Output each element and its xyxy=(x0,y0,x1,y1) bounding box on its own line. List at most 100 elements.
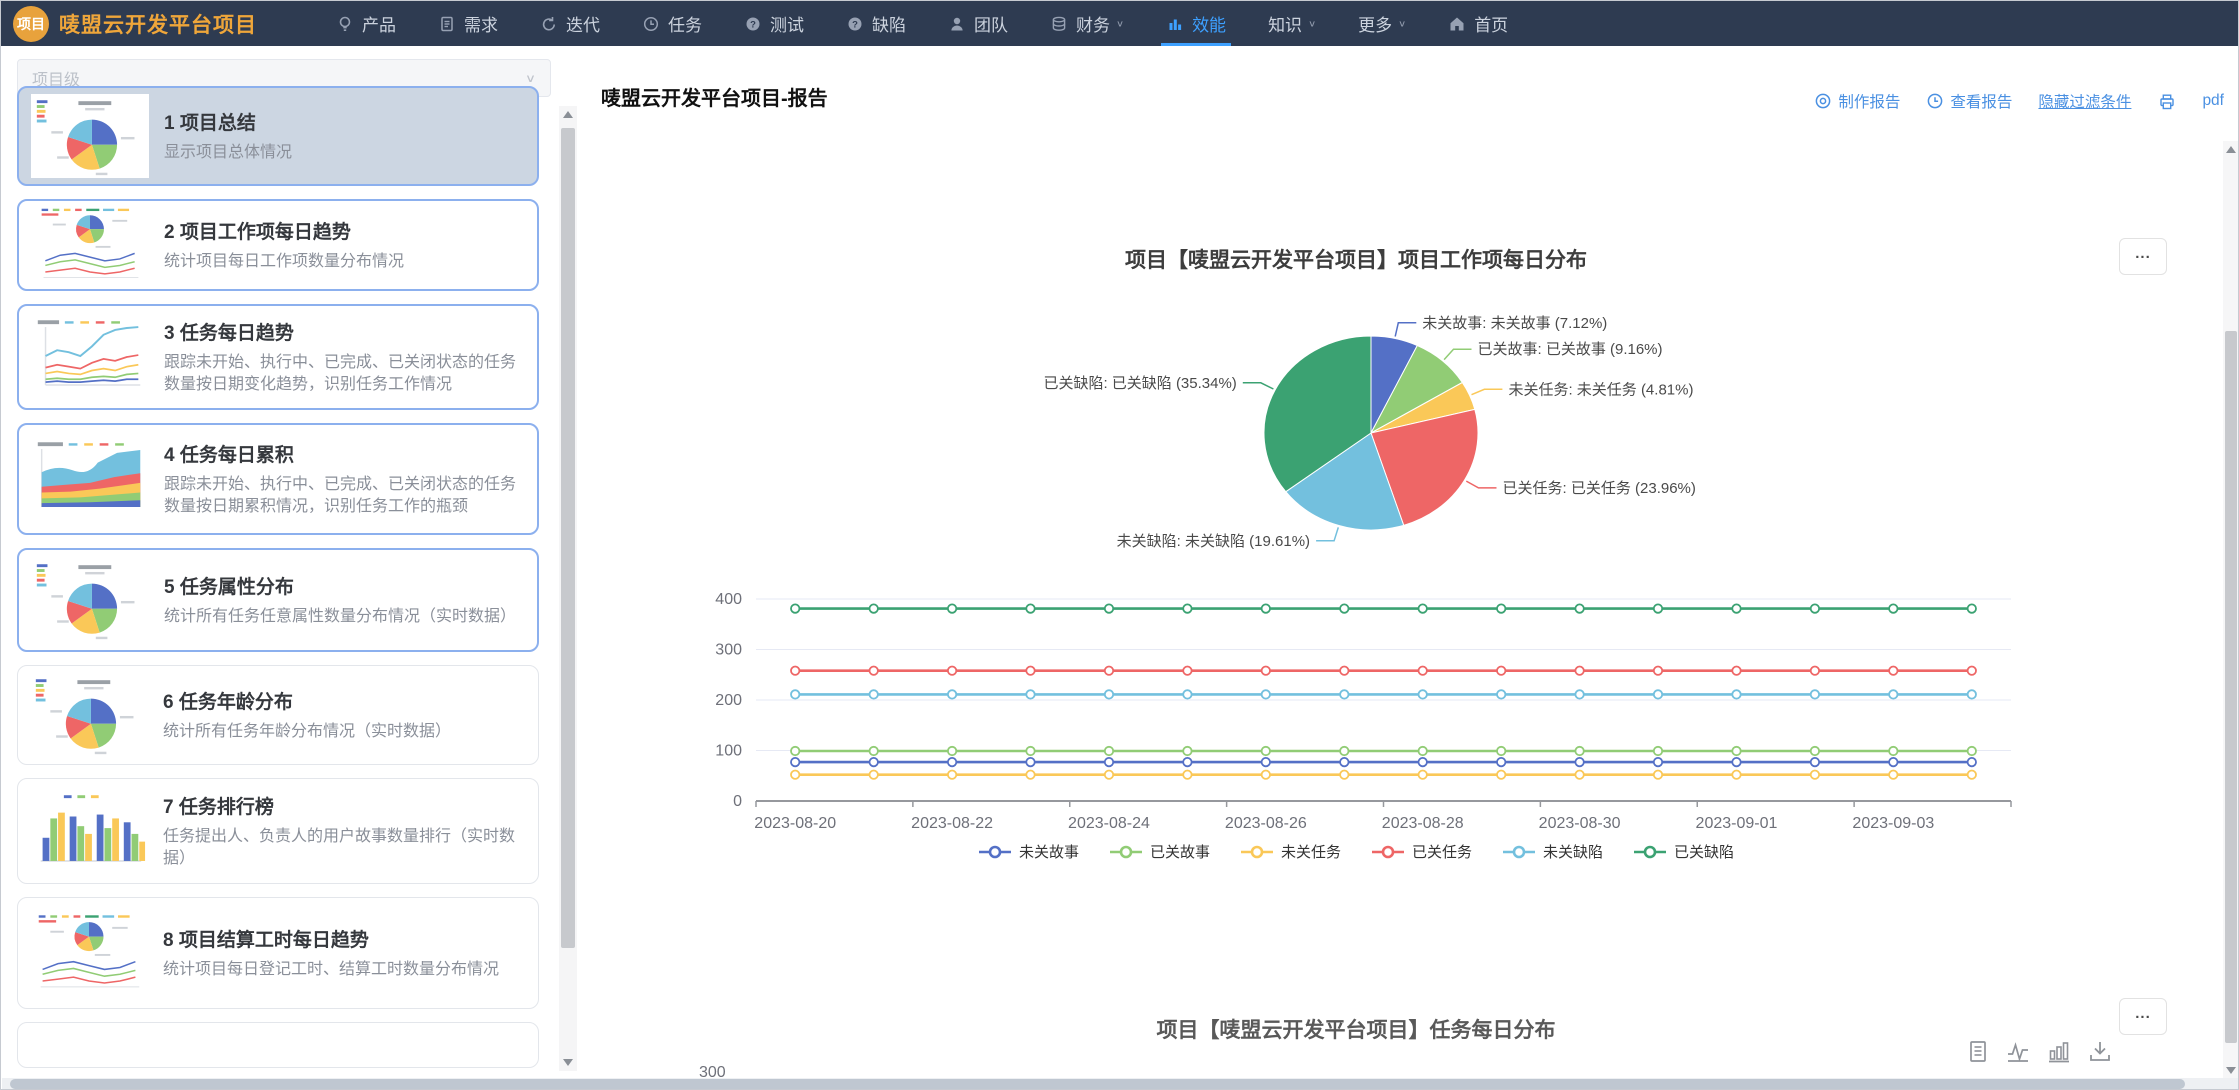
print-link[interactable] xyxy=(2157,92,2176,111)
data-point[interactable] xyxy=(1183,604,1191,612)
data-point[interactable] xyxy=(1889,690,1897,698)
legend-item[interactable]: 已关任务 xyxy=(1371,841,1472,862)
report-card-partial[interactable] xyxy=(17,1022,539,1068)
data-point[interactable] xyxy=(870,747,878,755)
data-point[interactable] xyxy=(1575,771,1583,779)
data-point[interactable] xyxy=(870,758,878,766)
data-point[interactable] xyxy=(1340,604,1348,612)
data-point[interactable] xyxy=(1340,771,1348,779)
legend-item[interactable]: 未关故事 xyxy=(978,841,1079,862)
nav-item-finance[interactable]: 财务∨ xyxy=(1029,1,1145,46)
data-point[interactable] xyxy=(1497,758,1505,766)
data-point[interactable] xyxy=(1968,758,1976,766)
data-point[interactable] xyxy=(1183,690,1191,698)
report-card-7[interactable]: 7 任务排行榜 任务提出人、负责人的用户故事数量排行（实时数据） xyxy=(17,778,539,884)
data-point[interactable] xyxy=(1419,604,1427,612)
data-point[interactable] xyxy=(1262,667,1270,675)
download-icon[interactable] xyxy=(2087,1039,2113,1065)
data-point[interactable] xyxy=(1654,667,1662,675)
data-point[interactable] xyxy=(1105,758,1113,766)
data-point[interactable] xyxy=(948,771,956,779)
data-point[interactable] xyxy=(1340,690,1348,698)
chart1-more-button[interactable]: ... xyxy=(2119,238,2167,275)
data-point[interactable] xyxy=(791,667,799,675)
data-point[interactable] xyxy=(870,667,878,675)
report-card-3[interactable]: 3 任务每日趋势 跟踪未开始、执行中、已完成、已关闭状态的任务数量按日期变化趋势… xyxy=(17,304,539,410)
data-point[interactable] xyxy=(1732,667,1740,675)
pdf-link[interactable]: pdf xyxy=(2202,92,2224,110)
data-point[interactable] xyxy=(1889,747,1897,755)
legend-item[interactable]: 未关缺陷 xyxy=(1502,841,1603,862)
legend-item[interactable]: 未关任务 xyxy=(1240,841,1341,862)
scroll-up-arrow[interactable] xyxy=(563,111,573,118)
nav-item-team[interactable]: 团队 xyxy=(927,1,1029,46)
data-point[interactable] xyxy=(1968,604,1976,612)
data-view-icon[interactable] xyxy=(1966,1039,1990,1065)
data-point[interactable] xyxy=(1419,771,1427,779)
data-point[interactable] xyxy=(1026,604,1034,612)
nav-item-home[interactable]: 首页 xyxy=(1427,1,1529,46)
data-point[interactable] xyxy=(1811,758,1819,766)
data-point[interactable] xyxy=(1262,747,1270,755)
data-point[interactable] xyxy=(1105,747,1113,755)
data-point[interactable] xyxy=(1575,747,1583,755)
scrollbar-thumb[interactable] xyxy=(2225,331,2237,1043)
data-point[interactable] xyxy=(1105,690,1113,698)
data-point[interactable] xyxy=(1732,758,1740,766)
report-card-1[interactable]: 1 项目总结 显示项目总体情况 xyxy=(17,86,539,186)
data-point[interactable] xyxy=(1575,690,1583,698)
data-point[interactable] xyxy=(1732,690,1740,698)
data-point[interactable] xyxy=(1262,771,1270,779)
data-point[interactable] xyxy=(791,690,799,698)
data-point[interactable] xyxy=(1968,771,1976,779)
data-point[interactable] xyxy=(870,690,878,698)
report-card-2[interactable]: 2 项目工作项每日趋势 统计项目每日工作项数量分布情况 xyxy=(17,199,539,291)
data-point[interactable] xyxy=(1811,747,1819,755)
data-point[interactable] xyxy=(1889,604,1897,612)
data-point[interactable] xyxy=(1654,604,1662,612)
nav-item-test[interactable]: ? 测试 xyxy=(723,1,825,46)
nav-item-product[interactable]: 产品 xyxy=(315,1,417,46)
data-point[interactable] xyxy=(1262,604,1270,612)
data-point[interactable] xyxy=(870,771,878,779)
data-point[interactable] xyxy=(1968,667,1976,675)
data-point[interactable] xyxy=(1262,690,1270,698)
data-point[interactable] xyxy=(1575,667,1583,675)
nav-item-defect[interactable]: ? 缺陷 xyxy=(825,1,927,46)
data-point[interactable] xyxy=(1732,771,1740,779)
data-point[interactable] xyxy=(1654,758,1662,766)
view-report-link[interactable]: 查看报告 xyxy=(1926,90,2012,112)
data-point[interactable] xyxy=(1497,747,1505,755)
data-point[interactable] xyxy=(1811,690,1819,698)
data-point[interactable] xyxy=(1654,690,1662,698)
data-point[interactable] xyxy=(1811,771,1819,779)
data-point[interactable] xyxy=(948,604,956,612)
data-point[interactable] xyxy=(948,667,956,675)
nav-item-requirement[interactable]: 需求 xyxy=(417,1,519,46)
scroll-down-arrow[interactable] xyxy=(563,1059,573,1066)
data-point[interactable] xyxy=(1183,747,1191,755)
nav-item-efficiency[interactable]: 效能 xyxy=(1145,1,1247,46)
data-point[interactable] xyxy=(1419,667,1427,675)
nav-item-iteration[interactable]: 迭代 xyxy=(519,1,621,46)
data-point[interactable] xyxy=(1732,604,1740,612)
report-card-5[interactable]: 5 任务属性分布 统计所有任务任意属性数量分布情况（实时数据） xyxy=(17,548,539,652)
data-point[interactable] xyxy=(791,758,799,766)
data-point[interactable] xyxy=(1105,771,1113,779)
chart2-more-button[interactable]: ... xyxy=(2119,998,2167,1035)
horizontal-scrollbar[interactable] xyxy=(2,1078,2239,1090)
nav-item-knowledge[interactable]: 知识∨ xyxy=(1247,1,1337,46)
legend-item[interactable]: 已关故事 xyxy=(1109,841,1210,862)
line-chart-view-icon[interactable] xyxy=(2005,1039,2031,1065)
scrollbar-thumb[interactable] xyxy=(561,128,575,948)
report-card-4[interactable]: 4 任务每日累积 跟踪未开始、执行中、已完成、已关闭状态的任务数量按日期累积情况… xyxy=(17,423,539,535)
data-point[interactable] xyxy=(1968,747,1976,755)
data-point[interactable] xyxy=(1340,747,1348,755)
data-point[interactable] xyxy=(1183,771,1191,779)
data-point[interactable] xyxy=(1968,690,1976,698)
data-point[interactable] xyxy=(1811,604,1819,612)
data-point[interactable] xyxy=(1026,690,1034,698)
data-point[interactable] xyxy=(1026,667,1034,675)
data-point[interactable] xyxy=(1575,604,1583,612)
data-point[interactable] xyxy=(1575,758,1583,766)
